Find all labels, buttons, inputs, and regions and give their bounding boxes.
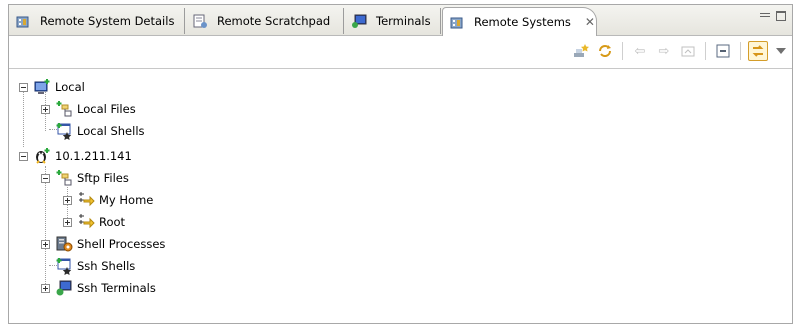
tree-label: Ssh Shells — [77, 259, 136, 273]
back-icon[interactable]: ⇦ — [630, 41, 650, 61]
refresh-icon[interactable] — [595, 41, 615, 61]
expand-toggle[interactable] — [63, 195, 72, 205]
view-menu-icon[interactable] — [776, 48, 786, 54]
collapse-toggle[interactable] — [19, 151, 28, 161]
tab-label: Remote Systems — [474, 15, 571, 29]
minimize-icon[interactable] — [760, 11, 770, 21]
tab-strip: Remote System Details Remote Scratchpad … — [9, 5, 792, 36]
tree-label: Local — [55, 80, 85, 94]
remote-systems-view: Remote System Details Remote Scratchpad … — [8, 4, 793, 324]
forward-icon[interactable]: ⇨ — [654, 41, 674, 61]
tree-label: Ssh Terminals — [77, 281, 156, 295]
tab-label: Remote Scratchpad — [217, 14, 331, 28]
files-subsystem-icon — [55, 169, 73, 187]
link-with-editor-icon[interactable] — [748, 41, 768, 61]
expand-toggle[interactable] — [41, 283, 50, 293]
tree-item-local-shells[interactable]: Local Shells — [55, 121, 145, 141]
tab-remote-scratchpad[interactable]: Remote Scratchpad — [186, 8, 344, 34]
expand-toggle[interactable] — [63, 217, 72, 227]
collapse-toggle[interactable] — [19, 82, 28, 92]
tree-item-ssh-terminals[interactable]: Ssh Terminals — [41, 278, 156, 298]
remote-systems-icon — [448, 13, 466, 31]
tab-remote-system-details[interactable]: Remote System Details — [9, 8, 185, 34]
expand-toggle[interactable] — [41, 239, 50, 249]
tree-label: Root — [99, 215, 126, 229]
tree-item-root[interactable]: Root — [63, 212, 125, 232]
terminals-icon — [55, 279, 73, 297]
shells-subsystem-icon — [55, 257, 73, 275]
files-subsystem-icon — [55, 100, 73, 118]
go-up-icon[interactable] — [678, 41, 698, 61]
close-icon[interactable]: ✕ — [585, 15, 595, 29]
local-system-icon — [33, 78, 51, 96]
tree-item-local[interactable]: Local — [19, 77, 85, 97]
view-toolbar: ⇦ ⇨ — [571, 39, 786, 63]
expand-toggle[interactable] — [41, 104, 50, 114]
tree-item-host[interactable]: 10.1.211.141 — [19, 146, 132, 166]
tree-item-local-files[interactable]: Local Files — [41, 99, 136, 119]
scratchpad-icon — [191, 12, 209, 30]
tree-label: My Home — [99, 193, 154, 207]
tree-item-my-home[interactable]: My Home — [63, 190, 153, 210]
maximize-icon[interactable] — [776, 11, 786, 21]
tree-label: Local Files — [77, 102, 136, 116]
collapse-toggle[interactable] — [41, 173, 50, 183]
filter-folder-icon — [77, 191, 95, 209]
linux-host-icon — [33, 147, 51, 165]
tree-item-shell-processes[interactable]: Shell Processes — [41, 234, 165, 254]
tree-label: Shell Processes — [77, 237, 166, 251]
shells-subsystem-icon — [55, 122, 73, 140]
remote-systems-tree: Local Local Files Local Shells 10.1.211.… — [9, 69, 792, 323]
new-connection-icon[interactable] — [571, 41, 591, 61]
collapse-all-icon[interactable] — [713, 41, 733, 61]
filter-folder-icon — [77, 213, 95, 231]
toolbar-separator — [740, 42, 741, 60]
tree-label: 10.1.211.141 — [55, 149, 132, 163]
tree-label: Local Shells — [77, 124, 145, 138]
processes-icon — [55, 235, 73, 253]
toolbar-separator — [622, 42, 623, 60]
tree-label: Sftp Files — [77, 171, 129, 185]
tab-remote-systems[interactable]: Remote Systems ✕ — [442, 7, 597, 36]
toolbar-separator — [705, 42, 706, 60]
tree-item-sftp-files[interactable]: Sftp Files — [41, 168, 129, 188]
remote-system-details-icon — [14, 12, 32, 30]
terminals-icon — [350, 12, 368, 30]
tab-terminals[interactable]: Terminals — [345, 8, 441, 34]
tab-label: Terminals — [376, 14, 431, 28]
tab-label: Remote System Details — [40, 14, 175, 28]
tree-item-ssh-shells[interactable]: Ssh Shells — [55, 256, 135, 276]
